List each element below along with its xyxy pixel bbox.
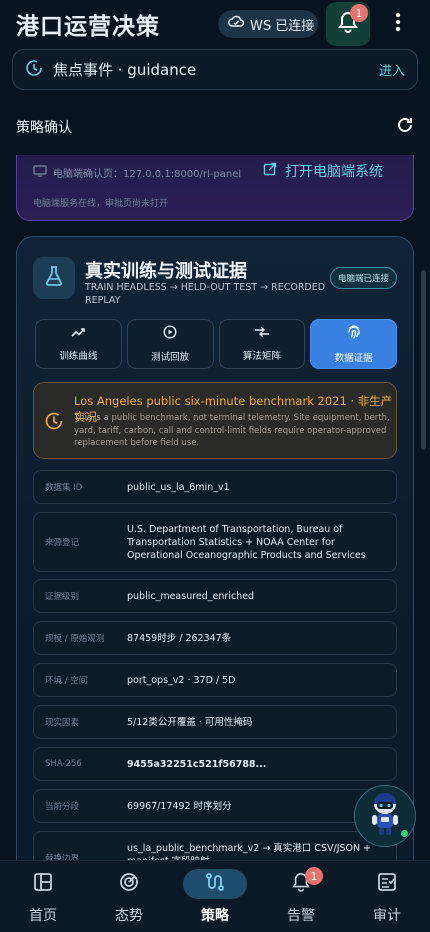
evidence-tabs: 训练曲线 测试回放 算法矩阵 数据证据 bbox=[35, 319, 397, 369]
field-value: 5/12类公开覆盖 · 可用性掩码 bbox=[127, 716, 253, 728]
tab-test-replay[interactable]: 测试回放 bbox=[126, 319, 214, 369]
field-row: 现实因素 5/12类公开覆盖 · 可用性掩码 bbox=[33, 705, 397, 739]
more-menu-button[interactable] bbox=[388, 12, 408, 36]
tab-label: 测试回放 bbox=[151, 352, 190, 363]
compare-arrows-icon bbox=[254, 326, 270, 341]
field-value: public_measured_enriched bbox=[127, 590, 255, 602]
flask-icon bbox=[43, 265, 65, 291]
field-key: 环境 / 空间 bbox=[45, 676, 88, 686]
radar-icon bbox=[119, 872, 139, 896]
field-value: 69967/17492 时序划分 bbox=[127, 800, 232, 812]
strategy-route-icon bbox=[205, 872, 225, 896]
nav-label: 审计 bbox=[373, 908, 401, 924]
field-row: 当前分段 69967/17492 时序划分 bbox=[33, 789, 397, 823]
field-key: 证据级别 bbox=[45, 592, 80, 602]
assistant-button[interactable] bbox=[354, 785, 416, 847]
external-link-icon bbox=[263, 162, 277, 180]
warning-text: This is a public benchmark, not terminal… bbox=[74, 413, 390, 448]
field-key: 现实因素 bbox=[45, 718, 80, 728]
scrollbar[interactable] bbox=[421, 270, 426, 450]
focus-event-label: 焦点事件 · guidance bbox=[53, 61, 197, 79]
field-key: 当前分段 bbox=[45, 802, 80, 812]
evidence-subtitle: TRAIN HEADLESS → HELD-OUT TEST → RECORDE… bbox=[85, 282, 326, 306]
tab-label: 算法矩阵 bbox=[242, 351, 281, 362]
refresh-icon[interactable] bbox=[396, 116, 414, 138]
play-circle-icon bbox=[163, 325, 177, 342]
nav-label: 态势 bbox=[115, 908, 143, 924]
pc-connected-badge: 电脑端已连接 bbox=[330, 267, 397, 289]
focus-enter-link[interactable]: 进入 bbox=[379, 60, 405, 79]
evidence-card: 真实训练与测试证据 TRAIN HEADLESS → HELD-OUT TEST… bbox=[16, 236, 414, 860]
alerts-button[interactable]: 1 bbox=[326, 2, 370, 46]
field-key: 数据集 ID bbox=[45, 483, 83, 493]
tab-label: 数据证据 bbox=[334, 353, 373, 364]
nav-item-alerts[interactable]: 1 告警 bbox=[258, 861, 344, 932]
nav-item-strategy[interactable]: 策略 bbox=[172, 861, 258, 932]
nav-item-home[interactable]: 首页 bbox=[0, 861, 86, 932]
pc-service-status: 电脑端服务在线，审批页尚未打开 bbox=[33, 199, 169, 209]
pc-address-row: 电脑端确认页：127.0.0.1:8000/rl-panel bbox=[33, 165, 241, 180]
kebab-menu-icon bbox=[395, 12, 401, 36]
tab-training-curve[interactable]: 训练曲线 bbox=[35, 319, 122, 369]
online-status-dot bbox=[401, 830, 408, 837]
nav-label: 策略 bbox=[201, 908, 229, 924]
field-value: public_us_la_6min_v1 bbox=[127, 481, 230, 493]
field-key: 规模 / 原始观测 bbox=[45, 634, 105, 644]
open-pc-system-link[interactable]: 打开电脑端系统 bbox=[263, 161, 383, 181]
ws-status-pill[interactable]: WS 已连接 bbox=[218, 10, 318, 38]
nav-item-audit[interactable]: 审计 bbox=[344, 861, 430, 932]
benchmark-warning: Los Angeles public six-minute benchmark … bbox=[33, 382, 397, 459]
field-value: us_la_public_benchmark_v2 → 真实港口 CSV/JSO… bbox=[127, 843, 372, 860]
trend-line-icon bbox=[71, 326, 86, 341]
evidence-icon-tile bbox=[33, 257, 75, 299]
history-clock-icon bbox=[25, 59, 43, 81]
field-key: 替换边界 bbox=[45, 854, 80, 860]
field-row: 替换边界 us_la_public_benchmark_v2 → 真实港口 CS… bbox=[33, 831, 397, 860]
monitor-icon bbox=[33, 165, 47, 180]
section-header: 策略确认 bbox=[16, 112, 414, 142]
focus-event-bar[interactable]: 焦点事件 · guidance 进入 bbox=[12, 49, 418, 90]
field-value: port_ops_v2 · 37D / 5D bbox=[127, 674, 236, 686]
alert-count-badge: 1 bbox=[305, 867, 323, 885]
field-row: 环境 / 空间 port_ops_v2 · 37D / 5D bbox=[33, 663, 397, 697]
field-row: SHA-256 9455a32251c521f56788... bbox=[33, 747, 397, 781]
nav-item-situation[interactable]: 态势 bbox=[86, 861, 172, 932]
tab-label: 训练曲线 bbox=[59, 351, 98, 362]
home-panel-icon bbox=[33, 872, 53, 896]
pc-address-text: 电脑端确认页：127.0.0.1:8000/rl-panel bbox=[53, 169, 242, 180]
section-title: 策略确认 bbox=[16, 120, 72, 136]
fingerprint-icon bbox=[347, 324, 361, 343]
field-row: 规模 / 原始观测 87459时步 / 262347条 bbox=[33, 621, 397, 655]
field-value: 9455a32251c521f56788... bbox=[127, 758, 267, 770]
bottom-nav: 首页 态势 策略 1 告警 审计 bbox=[0, 860, 430, 932]
field-row: 数据集 ID public_us_la_6min_v1 bbox=[33, 470, 397, 504]
robot-assistant-icon bbox=[365, 790, 405, 842]
field-key: SHA-256 bbox=[45, 759, 82, 769]
tab-data-evidence[interactable]: 数据证据 bbox=[310, 319, 397, 369]
tab-algorithm-matrix[interactable]: 算法矩阵 bbox=[218, 319, 306, 369]
evidence-title: 真实训练与测试证据 bbox=[85, 261, 247, 282]
open-pc-system-label: 打开电脑端系统 bbox=[285, 164, 383, 180]
ws-status-label: WS 已连接 bbox=[250, 18, 315, 34]
cloud-icon bbox=[228, 15, 245, 33]
audit-clipboard-icon bbox=[377, 872, 397, 896]
history-warning-icon bbox=[44, 411, 64, 435]
field-value: 87459时步 / 262347条 bbox=[127, 632, 232, 644]
app-title: 港口运营决策 bbox=[16, 14, 160, 40]
field-key: 来源登记 bbox=[45, 538, 80, 548]
field-row: 来源登记 U.S. Department of Transportation, … bbox=[33, 512, 397, 572]
alert-count-badge: 1 bbox=[350, 4, 368, 22]
nav-label: 告警 bbox=[287, 908, 315, 924]
nav-label: 首页 bbox=[29, 908, 57, 924]
pc-panel-card: 电脑端确认页：127.0.0.1:8000/rl-panel 打开电脑端系统 电… bbox=[16, 155, 414, 221]
content-scroll-area[interactable]: 电脑端确认页：127.0.0.1:8000/rl-panel 打开电脑端系统 电… bbox=[0, 155, 430, 860]
field-value: U.S. Department of Transportation, Burea… bbox=[127, 523, 366, 561]
field-row: 证据级别 public_measured_enriched bbox=[33, 579, 397, 613]
